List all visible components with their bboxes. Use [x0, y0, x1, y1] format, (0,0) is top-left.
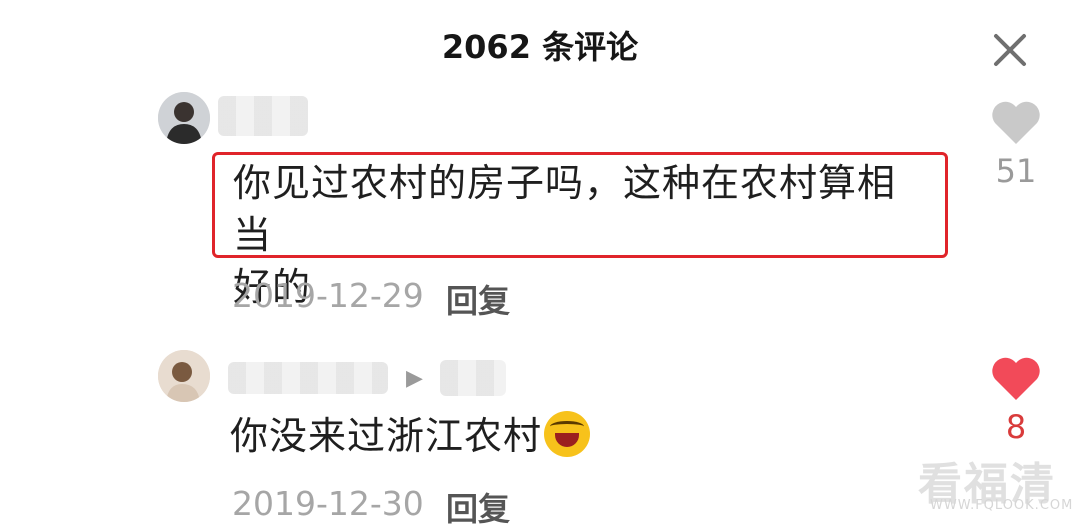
like-button[interactable]: 51 [986, 100, 1046, 190]
watermark-url: WWW.FQLOOK.COM [930, 498, 1074, 513]
close-icon[interactable] [990, 30, 1030, 70]
comment-date: 2019-12-30 [232, 484, 424, 523]
heart-filled-icon [992, 357, 1040, 400]
comment-text: 你没来过浙江农村 [230, 410, 591, 462]
page-title: 2062 条评论 [441, 28, 639, 66]
username-blurred[interactable] [218, 96, 308, 136]
reply-button[interactable]: 回复 [446, 276, 510, 322]
heart-icon [992, 101, 1040, 144]
comment-line: 你见过农村的房子吗，这种在农村算相当 [233, 161, 897, 257]
comment-line: 你没来过浙江农村 [230, 414, 543, 458]
like-count: 51 [995, 152, 1037, 190]
reply-to-arrow-icon: ▶ [406, 366, 423, 391]
avatar[interactable] [158, 350, 210, 402]
like-button[interactable]: 8 [986, 356, 1046, 446]
like-count: 8 [1005, 408, 1027, 446]
avatar[interactable] [158, 92, 210, 144]
comment-date: 2019-12-29 [232, 276, 424, 315]
reply-button[interactable]: 回复 [446, 484, 510, 530]
username-blurred[interactable] [228, 362, 388, 394]
reply-target-blurred[interactable] [440, 360, 506, 396]
comment-text-highlighted: 你见过农村的房子吗，这种在农村算相当 好的 [212, 152, 948, 309]
laughing-crying-emoji-icon [544, 411, 591, 457]
